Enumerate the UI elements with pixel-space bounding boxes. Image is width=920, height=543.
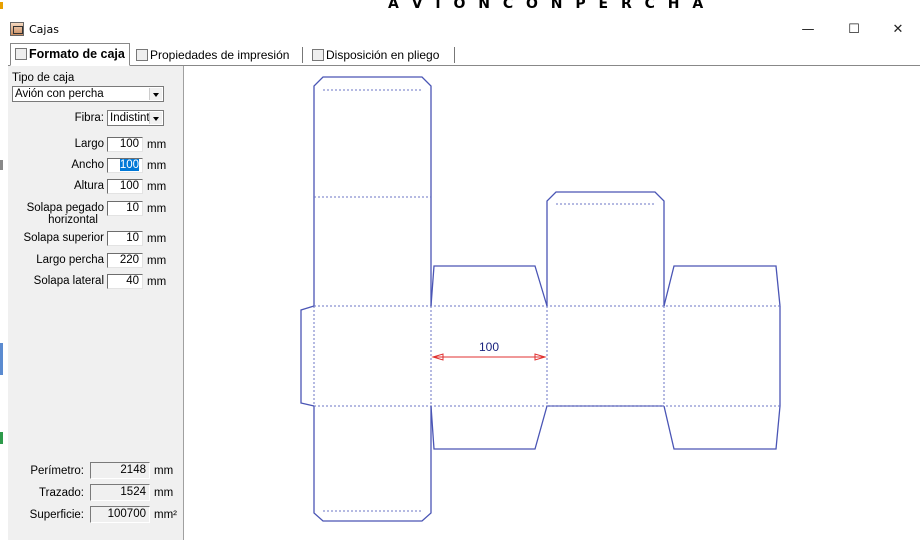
- perimetro-value: 2148: [90, 462, 150, 479]
- largo-input[interactable]: 100: [107, 137, 143, 152]
- fibra-dropdown[interactable]: Indistinta: [107, 110, 164, 126]
- box-type-dropdown[interactable]: Avión con percha: [12, 86, 164, 102]
- box-format-icon: [15, 48, 27, 60]
- perimetro-label: Perímetro:: [30, 465, 84, 477]
- tab-separator: [454, 47, 455, 63]
- bottom-flap-2-cut: [430, 405, 548, 450]
- tab-bar: Formato de caja Propiedades de impresión…: [8, 43, 920, 66]
- solapa-superior-input[interactable]: 10: [107, 231, 143, 246]
- trazado-value: 1524: [90, 484, 150, 501]
- ancho-input[interactable]: 100: [107, 158, 143, 173]
- maximize-button[interactable]: ☐: [834, 19, 874, 41]
- dimension-annotation: 100: [431, 340, 547, 361]
- tab-label: Propiedades de impresión: [150, 48, 290, 62]
- minimize-button[interactable]: —: [788, 19, 828, 41]
- tab-label: Formato de caja: [29, 47, 125, 61]
- tab-propiedades-de-impresion[interactable]: Propiedades de impresión: [132, 45, 293, 65]
- perimetro-unit: mm: [154, 465, 174, 477]
- chevron-down-icon: [149, 88, 162, 100]
- glue-flap-cut: [300, 305, 315, 407]
- desktop-left-strip: [0, 0, 3, 540]
- trazado-label: Trazado:: [39, 487, 84, 499]
- solapa-pegado-label-line2: horizontal: [48, 214, 98, 226]
- superficie-value: 100700: [90, 506, 150, 523]
- tab-formato-de-caja[interactable]: Formato de caja: [10, 43, 130, 66]
- largo-percha-label: Largo percha: [36, 254, 104, 266]
- box-die-cut-drawing: 100: [300, 76, 781, 522]
- superficie-unit: mm²: [154, 509, 177, 521]
- box-type-value: Avión con percha: [15, 88, 104, 100]
- box-app-icon: [10, 22, 24, 36]
- solapa-superior-unit: mm: [147, 233, 167, 245]
- superficie-label: Superficie:: [29, 509, 84, 521]
- top-panel-3-cut: [546, 191, 665, 306]
- ancho-label: Ancho: [71, 159, 104, 171]
- largo-label: Largo: [74, 138, 104, 150]
- fibra-label: Fibra:: [74, 112, 104, 124]
- box-type-label: Tipo de caja: [12, 72, 75, 84]
- solapa-lateral-input[interactable]: 40: [107, 274, 143, 289]
- bottom-flap-4-cut: [663, 405, 781, 450]
- sheet-layout-icon: [312, 49, 324, 61]
- close-button[interactable]: ✕: [878, 19, 918, 41]
- largo-unit: mm: [147, 139, 167, 151]
- solapa-lateral-unit: mm: [147, 276, 167, 288]
- banner-title: A V I Ó N C O N P E R C H A: [388, 0, 708, 12]
- trazado-unit: mm: [154, 487, 174, 499]
- tab-separator: [302, 47, 303, 63]
- largo-percha-input[interactable]: 220: [107, 253, 143, 268]
- solapa-pegado-label: Solapa pegado: [26, 202, 104, 214]
- hanger-panel-cut: [313, 76, 432, 306]
- title-bar: Cajas — ☐ ✕: [8, 15, 920, 43]
- window-title: Cajas: [29, 23, 59, 36]
- altura-label: Altura: [73, 180, 104, 192]
- print-properties-icon: [136, 49, 148, 61]
- solapa-pegado-input[interactable]: 10: [107, 201, 143, 216]
- largo-percha-unit: mm: [147, 255, 167, 267]
- cajas-window: Cajas — ☐ ✕ Formato de caja Propiedades …: [8, 15, 920, 540]
- chevron-down-icon: [149, 112, 162, 124]
- solapa-pegado-unit: mm: [147, 203, 167, 215]
- solapa-superior-label: Solapa superior: [23, 232, 104, 244]
- cut-lines: [300, 76, 781, 522]
- parameters-panel: Tipo de caja Avión con percha Fibra: Ind…: [8, 66, 184, 540]
- dimension-label: 100: [479, 340, 499, 354]
- altura-input[interactable]: 100: [107, 179, 143, 194]
- top-flap-4-cut: [663, 265, 781, 307]
- bottom-panel-cut: [313, 406, 432, 522]
- ancho-unit: mm: [147, 160, 167, 172]
- die-cut-canvas[interactable]: 100: [184, 66, 920, 540]
- tab-label: Disposición en pliego: [326, 48, 440, 62]
- top-flap-2-cut: [430, 265, 548, 307]
- top-banner: A V I Ó N C O N P E R C H A: [0, 0, 920, 15]
- altura-unit: mm: [147, 181, 167, 193]
- solapa-lateral-label: Solapa lateral: [33, 275, 104, 287]
- tab-disposicion-en-pliego[interactable]: Disposición en pliego: [308, 45, 443, 65]
